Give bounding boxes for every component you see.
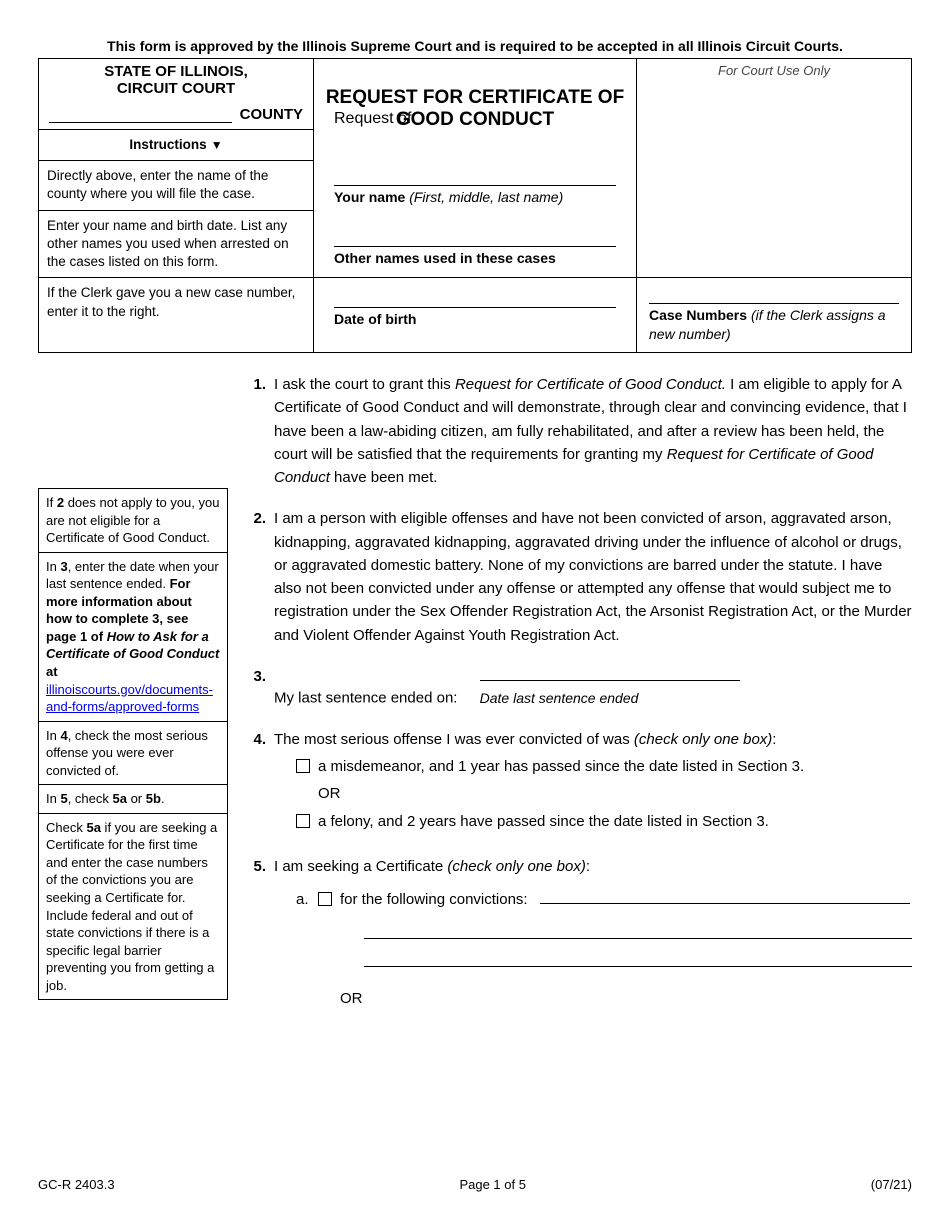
instructions-header: Instructions▼: [39, 130, 314, 161]
convictions-input-3[interactable]: [364, 945, 912, 967]
case-number-input[interactable]: [649, 278, 899, 304]
item-1-text: I ask the court to grant this Request fo…: [274, 373, 912, 489]
state-line-1: STATE OF ILLINOIS,: [39, 63, 313, 80]
item-5a-letter: a.: [296, 888, 318, 911]
dob-input[interactable]: [334, 282, 616, 308]
item-4-number: 4.: [246, 728, 274, 837]
other-names-label: Other names used in these cases: [334, 249, 616, 268]
your-name-label: Your name: [334, 189, 405, 205]
approval-banner: This form is approved by the Illinois Su…: [38, 38, 912, 54]
approved-forms-link[interactable]: illinoiscourts.gov/documents-and-forms/a…: [46, 682, 213, 715]
side-instr-5a-detail: Check 5a if you are seeking a Certificat…: [39, 814, 227, 999]
convictions-input-1[interactable]: [540, 882, 910, 904]
last-sentence-date-input[interactable]: [480, 665, 740, 681]
instruction-1: Directly above, enter the name of the co…: [39, 161, 314, 210]
option-misdemeanor: a misdemeanor, and 1 year has passed sin…: [318, 758, 804, 775]
your-name-input[interactable]: [334, 160, 616, 186]
court-use-only: For Court Use Only: [637, 59, 912, 278]
item-5-number: 5.: [246, 855, 274, 1011]
checkbox-5a[interactable]: [318, 892, 332, 906]
item-4-or: OR: [318, 782, 912, 805]
case-numbers-label: Case Numbers: [649, 307, 747, 323]
footer-date: (07/21): [871, 1177, 912, 1192]
footer-page-number: Page 1 of 5: [459, 1177, 526, 1192]
item-4-text: The most serious offense I was ever conv…: [274, 731, 634, 748]
last-sentence-date-label: Date last sentence ended: [480, 688, 740, 710]
item-5-text: I am seeking a Certificate: [274, 858, 447, 875]
item-3-number: 3.: [246, 665, 274, 710]
item-5-or: OR: [340, 987, 912, 1010]
side-instr-5-check: In 5, check 5a or 5b.: [39, 785, 227, 814]
side-instr-4-offense: In 4, check the most serious offense you…: [39, 722, 227, 786]
header-table: STATE OF ILLINOIS, CIRCUIT COURT COUNTY …: [38, 58, 912, 353]
item-2-number: 2.: [246, 507, 274, 647]
other-names-input[interactable]: [334, 221, 616, 247]
item-2-text: I am a person with eligible offenses and…: [274, 507, 912, 647]
instruction-3: If the Clerk gave you a new case number,…: [39, 278, 314, 353]
side-instructions-box: If 2 does not apply to you, you are not …: [38, 488, 228, 1000]
checkbox-felony[interactable]: [296, 814, 310, 828]
triangle-down-icon: ▼: [211, 137, 223, 153]
county-label: COUNTY: [240, 106, 303, 123]
convictions-input-2[interactable]: [364, 917, 912, 939]
form-title-line-1: REQUEST FOR CERTIFICATE OF: [324, 87, 626, 109]
item-5-hint: (check only one box): [447, 858, 585, 875]
footer-form-id: GC-R 2403.3: [38, 1177, 115, 1192]
item-4-hint: (check only one box): [634, 731, 772, 748]
item-3-text: My last sentence ended on:: [274, 690, 457, 707]
side-instr-3-date: In 3, enter the date when your last sent…: [39, 553, 227, 722]
item-1-number: 1.: [246, 373, 274, 489]
instruction-2: Enter your name and birth date. List any…: [39, 210, 314, 278]
dob-label: Date of birth: [334, 310, 616, 329]
checkbox-misdemeanor[interactable]: [296, 759, 310, 773]
option-felony: a felony, and 2 years have passed since …: [318, 813, 769, 830]
page-footer: GC-R 2403.3 Page 1 of 5 (07/21): [38, 1177, 912, 1192]
your-name-hint: (First, middle, last name): [409, 189, 563, 205]
state-line-2: CIRCUIT COURT: [39, 80, 313, 97]
option-5a-text: for the following convictions:: [340, 891, 528, 908]
side-instr-2-eligibility: If 2 does not apply to you, you are not …: [39, 489, 227, 553]
county-input-line[interactable]: [49, 105, 232, 123]
